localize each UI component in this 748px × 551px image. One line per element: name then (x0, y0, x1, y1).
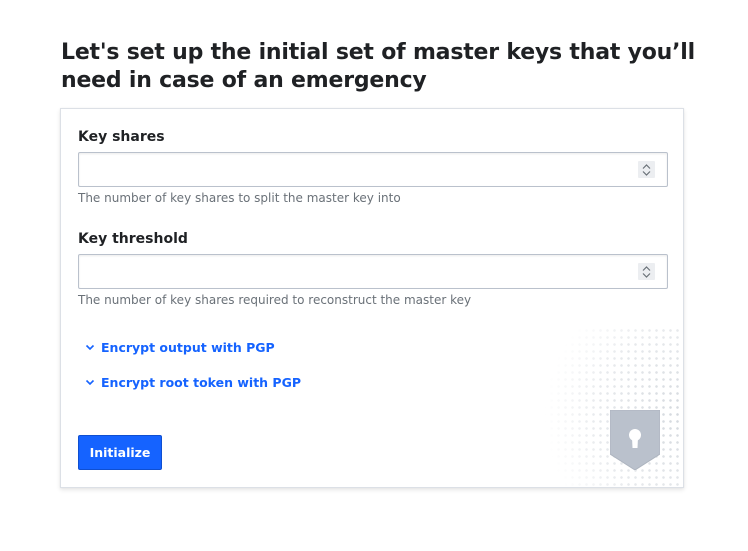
encrypt-root-token-pgp-toggle[interactable]: Encrypt root token with PGP (85, 375, 301, 390)
chevron-down-icon[interactable] (642, 170, 651, 176)
key-threshold-label: Key threshold (78, 231, 188, 247)
chevron-down-icon[interactable] (642, 272, 651, 278)
chevron-down-icon (85, 344, 95, 351)
key-shares-field[interactable] (78, 152, 668, 187)
initialize-button[interactable]: Initialize (78, 435, 162, 470)
key-shares-help: The number of key shares to split the ma… (78, 191, 401, 205)
key-shares-stepper[interactable] (638, 161, 655, 178)
chevron-up-icon[interactable] (642, 163, 651, 169)
page: Let's set up the initial set of master k… (0, 0, 748, 551)
encrypt-output-pgp-toggle[interactable]: Encrypt output with PGP (85, 340, 275, 355)
chevron-down-icon (85, 379, 95, 386)
chevron-up-icon[interactable] (642, 265, 651, 271)
page-title: Let's set up the initial set of master k… (61, 40, 695, 93)
key-threshold-help: The number of key shares required to rec… (78, 293, 472, 307)
encrypt-output-pgp-label[interactable]: Encrypt output with PGP (101, 340, 275, 355)
encrypt-root-token-pgp-label[interactable]: Encrypt root token with PGP (101, 375, 301, 390)
shield-keyhole-icon (610, 410, 660, 470)
key-shares-input[interactable] (79, 153, 667, 186)
key-threshold-stepper[interactable] (638, 263, 655, 280)
key-threshold-input[interactable] (79, 255, 667, 288)
init-form-card: Key shares The number of key shares to s… (60, 108, 684, 488)
key-shares-label: Key shares (78, 129, 165, 145)
key-threshold-field[interactable] (78, 254, 668, 289)
